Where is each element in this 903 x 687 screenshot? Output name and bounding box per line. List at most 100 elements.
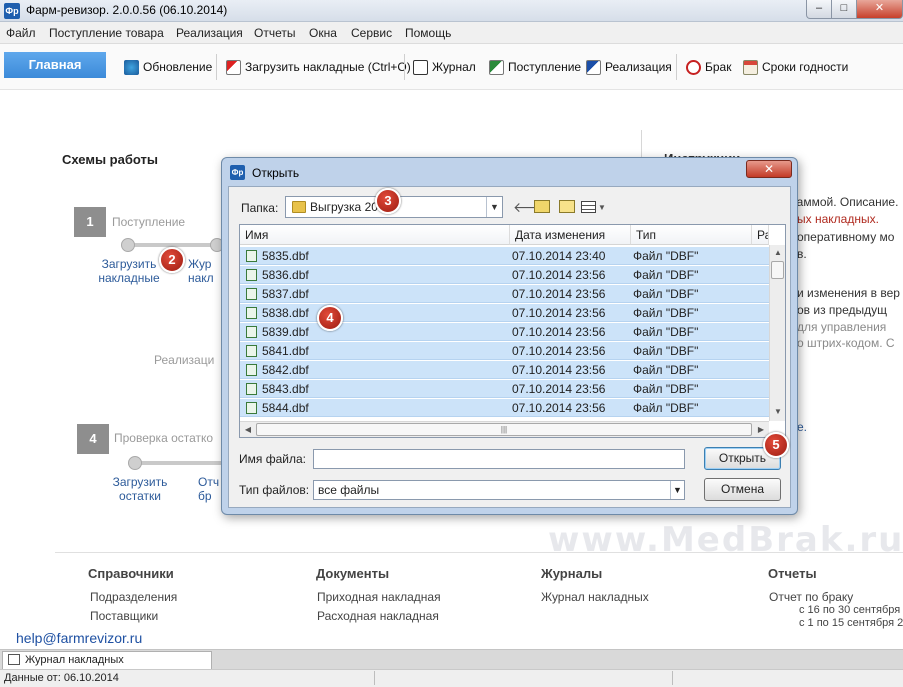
defect-button[interactable]: Брак	[686, 58, 731, 76]
folder-icon	[292, 201, 306, 213]
dbf-file-icon	[246, 250, 257, 262]
step-4-connector	[135, 461, 225, 465]
load-invoices-icon	[226, 59, 241, 75]
vertical-scroll-thumb[interactable]	[771, 261, 784, 279]
help-email-link[interactable]: help@farmrevizor.ru	[16, 630, 142, 646]
menu-service[interactable]: Сервис	[351, 26, 392, 40]
outgoing-invoice-link[interactable]: Расходная накладная	[317, 609, 439, 623]
dbf-file-icon	[246, 364, 257, 376]
suppliers-link[interactable]: Поставщики	[90, 609, 158, 623]
load-stock-link[interactable]: Загрузить остатки	[103, 475, 177, 503]
menu-sales[interactable]: Реализация	[176, 26, 243, 40]
file-row[interactable]: 5843.dbf 07.10.2014 23:56 Файл "DBF"	[240, 379, 770, 398]
col-type[interactable]: Тип	[631, 225, 752, 245]
scroll-up-icon[interactable]: ▲	[770, 248, 785, 257]
load-invoices-link[interactable]: Загрузить накладные	[93, 257, 165, 285]
references-title: Справочники	[88, 566, 174, 581]
instructions-line-7: для управления	[797, 320, 887, 334]
expiry-button[interactable]: Сроки годности	[743, 58, 848, 76]
menu-file[interactable]: Файл	[6, 26, 36, 40]
chevron-down-icon[interactable]: ▼	[486, 197, 502, 217]
file-row[interactable]: 5844.dbf 07.10.2014 23:56 Файл "DBF"	[240, 398, 770, 417]
step-1-node-1	[121, 238, 135, 252]
instructions-line-2[interactable]: ых накладных.	[797, 212, 879, 226]
schemes-title: Схемы работы	[62, 152, 158, 167]
file-row[interactable]: 5836.dbf 07.10.2014 23:56 Файл "DBF"	[240, 265, 770, 284]
chevron-down-icon[interactable]: ▼	[670, 481, 684, 499]
menu-windows[interactable]: Окна	[309, 26, 337, 40]
new-folder-icon[interactable]	[559, 200, 575, 213]
col-date[interactable]: Дата изменения	[510, 225, 631, 245]
instructions-line-1[interactable]: раммой. Описание.	[790, 195, 898, 209]
col-name[interactable]: Имя	[240, 225, 510, 245]
open-file-dialog: Фр Открыть ✕ Папка: Выгрузка 20 ▼ 🡐 ▼ Им…	[221, 157, 798, 515]
cancel-button[interactable]: Отмена	[704, 478, 781, 501]
dialog-close-button[interactable]: ✕	[746, 160, 792, 178]
file-row[interactable]: 5837.dbf 07.10.2014 23:56 Файл "DBF"	[240, 284, 770, 303]
update-button[interactable]: Обновление	[124, 58, 212, 76]
filetype-value: все файлы	[318, 483, 380, 497]
horizontal-scroll-thumb[interactable]: |||	[256, 423, 752, 436]
view-menu-chevron-icon[interactable]: ▼	[598, 203, 606, 212]
scroll-right-icon[interactable]: ▶	[753, 425, 769, 434]
report-period-2-link[interactable]: с 1 по 15 сентября 2	[799, 617, 903, 629]
home-tab-button[interactable]: Главная	[4, 52, 106, 78]
defect-report-sec-link[interactable]: Отчет по браку	[769, 590, 853, 604]
file-type: Файл "DBF"	[633, 363, 699, 377]
step-marker-5: 5	[763, 432, 789, 458]
update-label: Обновление	[143, 60, 213, 74]
sales-button[interactable]: Реализация	[586, 58, 672, 76]
receipt-button[interactable]: Поступление	[489, 58, 581, 76]
load-invoices-button[interactable]: Загрузить накладные (Ctrl+O)	[226, 58, 411, 76]
dbf-file-icon	[246, 383, 257, 395]
filetype-select[interactable]: все файлы ▼	[313, 480, 685, 500]
file-list[interactable]: Имя Дата изменения Тип Ра 5835.dbf 07.10…	[239, 224, 786, 438]
dialog-app-icon: Фр	[230, 165, 245, 180]
scroll-down-icon[interactable]: ▼	[770, 407, 785, 416]
file-name: 5836.dbf	[262, 268, 309, 282]
receipt-label: Поступление	[508, 60, 582, 74]
load-invoices-label: Загрузить накладные (Ctrl+O)	[245, 60, 411, 74]
file-date: 07.10.2014 23:56	[512, 363, 606, 377]
sales-label: Реализация	[605, 60, 672, 74]
col-size[interactable]: Ра	[752, 225, 769, 245]
step-4-node-1	[128, 456, 142, 470]
invoice-journal-link[interactable]: Журнал накладных	[541, 590, 649, 604]
toolbar-divider	[404, 54, 405, 80]
file-date: 07.10.2014 23:56	[512, 401, 606, 415]
departments-link[interactable]: Подразделения	[90, 590, 177, 604]
filename-input[interactable]	[313, 449, 685, 469]
file-type: Файл "DBF"	[633, 401, 699, 415]
defect-label: Брак	[705, 60, 732, 74]
file-name: 5835.dbf	[262, 249, 309, 263]
defect-report-link[interactable]: Отч бр	[198, 475, 222, 503]
journal-button[interactable]: Журнал	[413, 58, 476, 76]
folder-up-icon[interactable]	[534, 200, 550, 213]
tab-invoice-journal[interactable]: Журнал накладных	[2, 651, 212, 669]
step-marker-2: 2	[159, 247, 185, 273]
minimize-button[interactable]: –	[806, 0, 832, 19]
maximize-button[interactable]: □	[831, 0, 857, 19]
dialog-title: Открыть	[252, 166, 300, 180]
scroll-left-icon[interactable]: ◀	[240, 425, 256, 434]
close-window-button[interactable]: ✕	[856, 0, 903, 19]
sales-icon	[586, 59, 601, 75]
menu-help[interactable]: Помощь	[405, 26, 451, 40]
step-marker-3: 3	[375, 188, 401, 214]
file-name: 5843.dbf	[262, 382, 309, 396]
step-marker-4: 4	[317, 305, 343, 331]
dbf-file-icon	[246, 269, 257, 281]
menu-reports[interactable]: Отчеты	[254, 26, 295, 40]
file-row[interactable]: 5835.dbf 07.10.2014 23:40 Файл "DBF"	[240, 246, 770, 265]
report-period-1-link[interactable]: с 16 по 30 сентября	[799, 604, 900, 616]
file-row[interactable]: 5841.dbf 07.10.2014 23:56 Файл "DBF"	[240, 341, 770, 360]
file-row[interactable]: 5842.dbf 07.10.2014 23:56 Файл "DBF"	[240, 360, 770, 379]
instructions-line-9[interactable]: е.	[797, 420, 807, 434]
horizontal-scrollbar[interactable]: ◀ ||| ▶	[240, 421, 769, 437]
menu-receipt[interactable]: Поступление товара	[49, 26, 164, 40]
file-type: Файл "DBF"	[633, 382, 699, 396]
journal-link[interactable]: Жур накл	[188, 257, 224, 285]
view-menu-icon[interactable]	[581, 201, 596, 213]
incoming-invoice-link[interactable]: Приходная накладная	[317, 590, 441, 604]
vertical-scrollbar[interactable]: ▲ ▼	[769, 245, 785, 421]
